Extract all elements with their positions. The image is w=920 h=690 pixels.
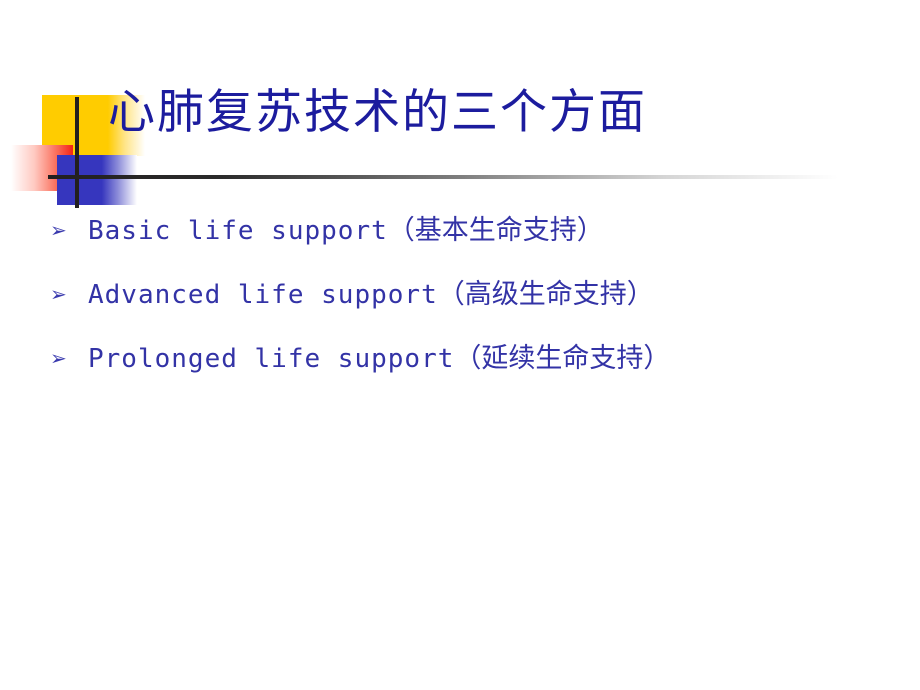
list-item: ➢ Advanced life support（高级生命支持） bbox=[50, 280, 910, 344]
arrow-bullet-icon: ➢ bbox=[50, 282, 67, 306]
list-item-text: Prolonged life support（延续生命支持） bbox=[88, 343, 671, 375]
page-title: 心肺复苏技术的三个方面 bbox=[108, 85, 647, 140]
bullet-list: ➢ Basic life support（基本生命支持） ➢ Advanced … bbox=[50, 216, 910, 408]
ornament-red-square bbox=[11, 145, 73, 191]
list-item-english: Basic life support bbox=[88, 216, 388, 246]
list-item-chinese: （延续生命支持） bbox=[454, 343, 671, 374]
list-item-english: Advanced life support bbox=[88, 280, 438, 310]
list-item-text: Basic life support（基本生命支持） bbox=[88, 215, 604, 247]
ornament-horizontal-rule bbox=[48, 175, 838, 179]
presentation-slide: 心肺复苏技术的三个方面 ➢ Basic life support（基本生命支持）… bbox=[0, 0, 920, 690]
ornament-vertical-rule bbox=[75, 97, 79, 208]
list-item-text: Advanced life support（高级生命支持） bbox=[88, 279, 654, 311]
arrow-bullet-icon: ➢ bbox=[50, 346, 67, 370]
ornament-blue-square bbox=[57, 155, 137, 205]
list-item-chinese: （高级生命支持） bbox=[437, 279, 654, 310]
list-item: ➢ Basic life support（基本生命支持） bbox=[50, 216, 910, 280]
arrow-bullet-icon: ➢ bbox=[50, 218, 67, 242]
list-item: ➢ Prolonged life support（延续生命支持） bbox=[50, 344, 910, 408]
list-item-english: Prolonged life support bbox=[88, 344, 455, 374]
list-item-chinese: （基本生命支持） bbox=[387, 215, 604, 246]
